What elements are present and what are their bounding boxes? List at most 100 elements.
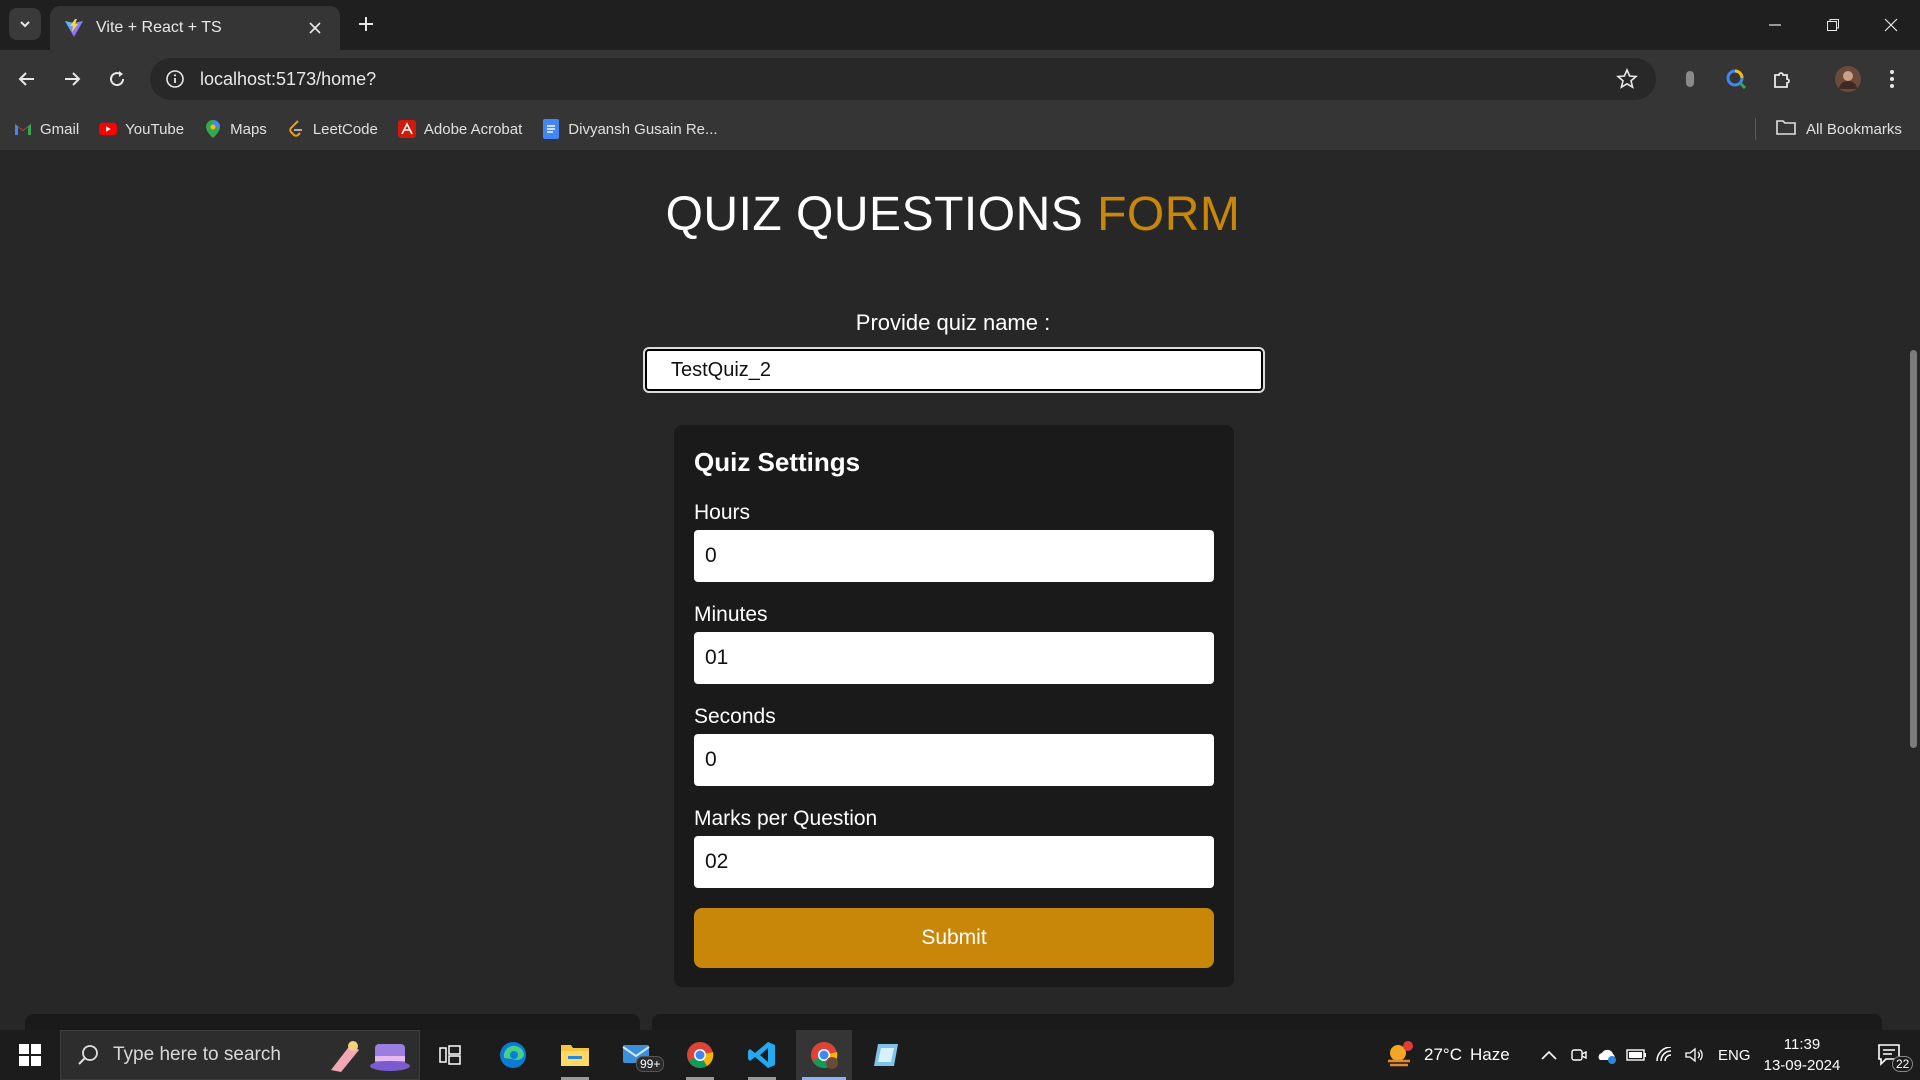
close-tab-icon[interactable] [304, 17, 326, 39]
taskbar-edge[interactable] [485, 1030, 541, 1080]
bookmark-label: Adobe Acrobat [423, 120, 523, 138]
chrome-profile-icon [811, 1042, 838, 1069]
tab-title: Vite + React + TS [96, 19, 222, 36]
bookmark-maps[interactable]: Maps [204, 120, 267, 138]
taskbar-search[interactable]: Type here to search [60, 1030, 420, 1080]
clock-date: 13-09-2024 [1763, 1057, 1841, 1074]
taskbar-chrome-profile[interactable] [796, 1030, 852, 1080]
new-tab-button[interactable] [352, 10, 380, 38]
leetcode-icon [287, 120, 305, 138]
app-window-icon [874, 1044, 898, 1066]
url-text: localhost:5173/home? [200, 68, 377, 89]
chevron-down-icon [20, 21, 30, 28]
weather-widget[interactable]: 27°C Haze [1384, 1030, 1510, 1080]
minimize-button[interactable] [1746, 0, 1804, 50]
windows-icon [19, 1044, 41, 1066]
arrow-right-icon [65, 72, 81, 86]
notification-center-button[interactable]: 22 [1862, 1030, 1918, 1080]
taskbar-chrome[interactable] [672, 1030, 728, 1080]
address-bar[interactable]: localhost:5173/home? [150, 58, 1656, 100]
forward-button[interactable] [56, 63, 88, 95]
bookmark-youtube[interactable]: YouTube [99, 120, 184, 138]
page-title: QUIZ QUESTIONS FORM [0, 187, 1906, 242]
search-highlight-icon [331, 1041, 410, 1072]
page-scrollbar[interactable] [1906, 150, 1920, 1030]
task-view-button[interactable] [422, 1030, 478, 1080]
quiz-name-label: Provide quiz name : [855, 310, 1051, 335]
search-icon [78, 1045, 98, 1065]
folder-icon [561, 1045, 589, 1066]
bookmarks-bar: Gmail YouTube Maps LeetCode Adobe Acroba… [0, 108, 1920, 150]
battery-icon[interactable] [1626, 1048, 1648, 1062]
back-button[interactable] [11, 63, 43, 95]
search-placeholder: Type here to search [113, 1044, 281, 1065]
weather-haze-icon [1388, 1041, 1413, 1067]
close-window-button[interactable] [1862, 0, 1920, 50]
marks-per-question-input[interactable] [694, 836, 1214, 888]
marks-per-question-label: Marks per Question [694, 807, 878, 830]
language-indicator[interactable]: ENG [1718, 1047, 1751, 1064]
clock-time: 11:39 [1783, 1036, 1821, 1053]
taskbar-file-explorer[interactable] [547, 1030, 603, 1080]
arrow-left-icon [18, 72, 34, 86]
browser-tab[interactable]: Vite + React + TS [50, 6, 340, 50]
submit-button[interactable]: Submit [694, 908, 1214, 968]
tab-strip: Vite + React + TS [0, 0, 1920, 50]
minutes-input[interactable] [694, 632, 1214, 684]
vite-icon [65, 19, 83, 37]
wifi-icon[interactable] [1656, 1047, 1676, 1063]
page-content: QUIZ QUESTIONS FORM Provide quiz name : … [0, 150, 1906, 1030]
meet-now-icon[interactable] [1570, 1046, 1588, 1064]
tray-icons: ENG [1540, 1030, 1751, 1080]
plus-icon [359, 17, 373, 31]
restore-button[interactable] [1804, 0, 1862, 50]
edge-icon [500, 1042, 526, 1068]
onedrive-icon[interactable] [1596, 1046, 1618, 1064]
bookmark-label: Divyansh Gusain Re... [568, 120, 718, 138]
maps-icon [204, 120, 222, 138]
scrollbar-thumb[interactable] [1910, 350, 1917, 748]
bookmark-docs[interactable]: Divyansh Gusain Re... [542, 119, 718, 139]
notification-count: 22 [1892, 1056, 1914, 1072]
all-bookmarks-label: All Bookmarks [1806, 120, 1902, 138]
vscode-icon [748, 1042, 775, 1068]
windows-taskbar: Type here to search 99+ 27°C Haze ENG 11… [0, 1030, 1920, 1080]
taskbar-clock[interactable]: 11:39 13-09-2024 [1752, 1034, 1852, 1076]
reload-icon [110, 71, 125, 87]
all-bookmarks-button[interactable]: All Bookmarks [1776, 108, 1902, 150]
reload-button[interactable] [101, 63, 133, 95]
task-view-icon [439, 1045, 461, 1065]
question-card-left [25, 1014, 640, 1030]
menu-kebab-icon[interactable] [1876, 63, 1908, 95]
bookmark-leetcode[interactable]: LeetCode [287, 120, 378, 138]
weather-temp: 27°C [1424, 1045, 1462, 1064]
quiz-settings-card: Quiz Settings Hours Minutes Seconds Mark… [674, 425, 1234, 987]
question-card-right [652, 1014, 1882, 1030]
chevron-up-icon[interactable] [1540, 1049, 1558, 1061]
volume-icon[interactable] [1684, 1047, 1704, 1063]
bookmark-label: Gmail [40, 120, 80, 138]
media-icon[interactable] [1674, 63, 1706, 95]
quiz-name-input[interactable] [643, 347, 1265, 393]
bookmark-label: LeetCode [312, 120, 378, 138]
bookmark-star-icon[interactable] [1616, 67, 1638, 95]
bookmark-adobe-acrobat[interactable]: Adobe Acrobat [397, 120, 523, 138]
lens-extension-icon[interactable] [1720, 63, 1752, 95]
bookmark-label: YouTube [125, 120, 185, 138]
youtube-icon [99, 120, 118, 138]
quiz-settings-heading: Quiz Settings [694, 447, 861, 477]
taskbar-mail[interactable]: 99+ [610, 1030, 666, 1080]
tab-search-button[interactable] [9, 8, 41, 40]
browser-toolbar: localhost:5173/home? [0, 50, 1920, 108]
profile-avatar[interactable] [1832, 63, 1864, 95]
weather-desc: Haze [1469, 1045, 1510, 1064]
extensions-icon[interactable] [1766, 63, 1798, 95]
hours-input[interactable] [694, 530, 1214, 582]
bookmark-gmail[interactable]: Gmail [14, 120, 79, 138]
start-button[interactable] [0, 1030, 60, 1080]
taskbar-app-generic[interactable] [858, 1030, 914, 1080]
seconds-input[interactable] [694, 734, 1214, 786]
seconds-label: Seconds [694, 705, 776, 728]
taskbar-vscode[interactable] [734, 1030, 790, 1080]
site-info-icon[interactable] [164, 68, 186, 90]
